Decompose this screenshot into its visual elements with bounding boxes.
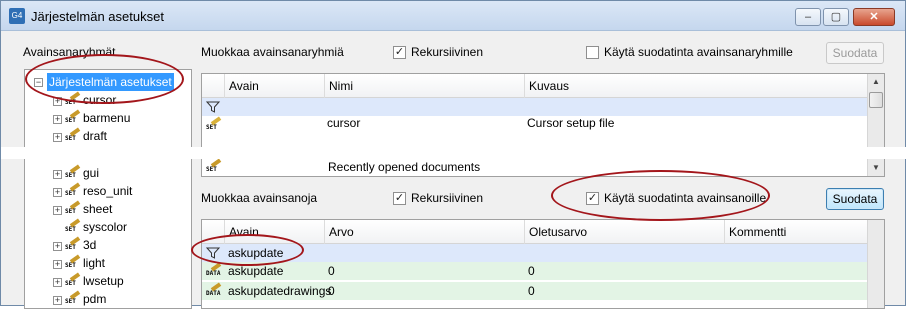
expand-icon[interactable]: + [53,296,62,305]
app-icon: G4 [9,8,25,24]
scroll-up-icon[interactable]: ▲ [868,74,884,90]
tree-item-label: sheet [83,202,113,216]
scroll-down-icon[interactable]: ▼ [868,160,884,176]
data-icon: DATA [206,262,222,278]
expand-icon[interactable]: + [53,133,62,142]
keywords-recursive-label: Rekursiivinen [411,191,484,205]
keyword-default-cell[interactable]: 0 [524,262,535,280]
edit-keywords-label: Muokkaa avainsanoja [201,191,318,205]
set-icon: SET [65,200,81,216]
keywords-vertical-scrollbar[interactable] [867,220,884,308]
column-header-value[interactable]: Arvo [324,220,524,244]
expand-icon[interactable]: + [53,188,62,197]
set-icon: SET [65,127,81,143]
keyword-default-cell[interactable]: 0 [524,282,535,300]
keyword-value-cell[interactable]: 0 [324,282,335,300]
table-row[interactable]: cursor Cursor setup file [201,114,867,132]
groups-recursive-checkbox[interactable]: ✓ [393,46,406,59]
set-icon: SET [65,218,81,234]
expand-icon[interactable]: + [53,170,62,179]
keywords-grid[interactable]: Avain Arvo Oletusarvo Kommentti askupdat… [201,219,885,309]
expand-icon[interactable]: + [53,278,62,287]
groups-filter-button[interactable]: Suodata [826,42,884,64]
expand-icon[interactable]: + [53,260,62,269]
groups-vertical-scrollbar[interactable]: ▲ ▼ [867,74,884,176]
column-header-description[interactable]: Kuvaus [524,74,868,98]
tree-item-label: lwsetup [83,274,124,288]
column-header-default[interactable]: Oletusarvo [524,220,724,244]
keyword-comment-cell[interactable] [724,282,728,300]
set-icon: SET [65,290,81,306]
title-bar: G4 Järjestelmän asetukset – ▢ ✕ [1,1,905,31]
groups-filter-checkbox[interactable] [586,46,599,59]
column-header-name[interactable]: Nimi [324,74,524,98]
keywords-filter-button[interactable]: Suodata [826,188,884,210]
keyword-value-cell[interactable]: 0 [324,262,335,280]
scroll-thumb[interactable] [869,92,883,108]
groups-grid-header: Avain Nimi Kuvaus [202,74,868,98]
data-icon: DATA [206,282,222,298]
tree-item-label: reso_unit [83,184,133,198]
annotation-ellipse [191,234,304,266]
set-icon: SET [65,164,81,180]
tree-item-label: 3d [83,238,97,252]
expand-icon[interactable]: + [53,242,62,251]
set-icon: SET [65,109,81,125]
table-row[interactable]: DATA askupdate 0 0 [202,262,868,280]
tree-item-label: draft [83,129,108,143]
tree-item-label: syscolor [83,220,128,234]
groups-filter-label: Käytä suodatinta avainsanaryhmille [604,45,793,59]
annotation-ellipse [551,170,770,221]
column-header-key[interactable]: Avain [224,74,324,98]
settings-window: G4 Järjestelmän asetukset – ▢ ✕ Avainsan… [0,0,906,309]
tree-item-label: barmenu [83,111,131,125]
table-row[interactable]: DATA askupdatedrawings 0 0 [202,282,868,300]
tree-item-label: gui [83,166,100,180]
maximize-button[interactable]: ▢ [823,8,849,26]
keywords-recursive-checkbox[interactable]: ✓ [393,192,406,205]
edit-groups-label: Muokkaa avainsanaryhmiä [201,45,344,59]
tree-item-label: pdm [83,292,107,306]
set-icon: SET [65,254,81,270]
group-description-cell[interactable] [524,158,528,176]
group-name-cell[interactable]: Recently opened documents [324,158,480,176]
group-description-cell[interactable]: Cursor setup file [523,114,614,132]
window-title: Järjestelmän asetukset [31,9,164,24]
keywords-grid-header: Avain Arvo Oletusarvo Kommentti [202,220,868,244]
group-name-cell[interactable]: cursor [323,114,360,132]
expand-icon[interactable]: + [53,115,62,124]
close-button[interactable]: ✕ [853,8,895,26]
screenshot-gap [1,147,906,159]
keyword-comment-cell[interactable] [724,262,728,280]
keyword-groups-tree[interactable]: − Järjestelmän asetukset + SET cursor + … [24,69,192,309]
groups-recursive-label: Rekursiivinen [411,45,484,59]
keyword-key-cell[interactable]: askupdatedrawings [224,282,331,300]
column-header-comment[interactable]: Kommentti [724,220,868,244]
tree-item-label: light [83,256,106,270]
set-icon: SET [65,236,81,252]
set-icon: SET [65,272,81,288]
minimize-button[interactable]: – [795,8,821,26]
expand-icon[interactable]: + [53,206,62,215]
set-icon: SET [65,182,81,198]
table-row[interactable]: SET Recently opened documents [202,158,868,176]
set-icon: SET [206,158,222,174]
annotation-ellipse [25,54,184,104]
